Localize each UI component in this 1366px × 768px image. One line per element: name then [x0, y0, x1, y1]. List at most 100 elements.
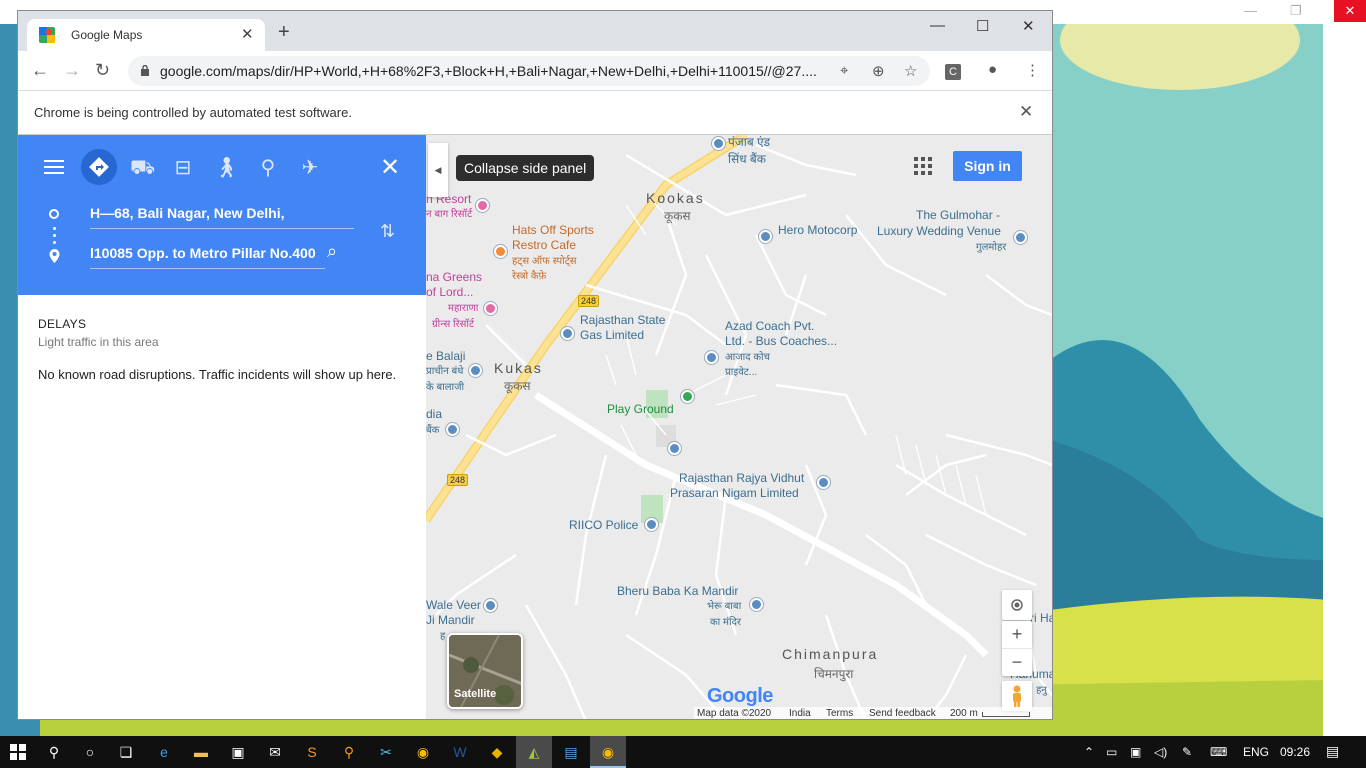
sublime-text-icon[interactable]: S — [294, 736, 330, 768]
bank-pin-icon[interactable] — [712, 137, 725, 150]
pen-icon[interactable]: ✎ — [1182, 745, 1192, 759]
flight-icon[interactable]: ✈ — [299, 153, 321, 183]
snipping-tool-icon[interactable]: ✂ — [368, 736, 404, 768]
origin-input[interactable]: H—68, Bali Nagar, New Delhi, — [90, 199, 354, 229]
gas-pin-icon[interactable] — [561, 327, 574, 340]
zoom-in-button[interactable]: + — [1002, 621, 1032, 648]
android-studio-icon[interactable]: ◭ — [516, 736, 552, 768]
greens-hindi-label: महाराणा — [448, 303, 479, 314]
rrvpnl-pin-icon[interactable] — [817, 476, 830, 489]
greens-label: na Greens — [426, 270, 483, 284]
origin-marker-icon — [49, 209, 59, 219]
mail-icon[interactable]: ✉ — [257, 736, 293, 768]
walking-icon[interactable]: 🚶︎ — [214, 153, 239, 183]
country-link[interactable]: India — [789, 708, 811, 719]
transit-icon[interactable]: ⊟ — [172, 153, 194, 183]
tab-close-icon[interactable]: ✕ — [241, 25, 254, 43]
google-apps-icon[interactable] — [914, 157, 932, 175]
cortana-icon[interactable]: ○ — [72, 736, 108, 768]
task-view-icon[interactable]: ❏ — [108, 736, 144, 768]
browser-toolbar: ← → ↻ google.com/maps/dir/HP+World,+H+68… — [18, 51, 1052, 91]
volume-icon[interactable]: ◁) — [1154, 745, 1167, 759]
arrow-right-icon[interactable]: → — [63, 60, 81, 81]
search-icon[interactable]: ⌕ — [327, 241, 337, 262]
search-app-icon[interactable]: ⚲ — [331, 736, 367, 768]
satellite-toggle[interactable]: Satellite — [447, 633, 523, 709]
scale-bar — [982, 712, 1030, 717]
azad-pin-icon[interactable] — [705, 351, 718, 364]
store-icon[interactable]: ▣ — [220, 736, 256, 768]
chrome-active-icon[interactable]: ◉ — [590, 736, 626, 768]
school-pin-icon[interactable] — [668, 442, 681, 455]
search-icon[interactable]: ⚲ — [36, 736, 72, 768]
omnibox[interactable]: google.com/maps/dir/HP+World,+H+68%2F3,+… — [128, 56, 930, 86]
gulmohar-pin-icon[interactable] — [1014, 231, 1027, 244]
tab-strip: Google Maps ✕ + — ☐ ✕ — [18, 11, 1052, 51]
map-data-text: Map data ©2020 — [697, 708, 772, 719]
police-pin-icon[interactable] — [645, 518, 658, 531]
clock[interactable]: 09:26 — [1280, 745, 1310, 759]
temple-pin-icon[interactable] — [469, 364, 482, 377]
map-canvas[interactable]: 248 248 Kookas कूकस Kukas कूकस Chimanpur… — [426, 135, 1052, 719]
best-route-mode-button[interactable] — [81, 149, 117, 185]
network-icon[interactable]: ▣ — [1130, 745, 1141, 759]
send-feedback-link[interactable]: Send feedback — [869, 708, 936, 719]
restore-icon[interactable]: ❐ — [1290, 3, 1302, 19]
chrome-icon[interactable]: ◉ — [405, 736, 441, 768]
star-icon[interactable]: ☆ — [904, 62, 917, 80]
cycling-icon[interactable]: ⚲ — [254, 153, 282, 183]
wale-veer-pin-icon[interactable] — [484, 599, 497, 612]
cafe-pin-icon[interactable] — [494, 245, 507, 258]
terms-link[interactable]: Terms — [826, 708, 853, 719]
url-text: google.com/maps/dir/HP+World,+H+68%2F3,+… — [160, 63, 817, 79]
sign-in-button[interactable]: Sign in — [953, 151, 1022, 181]
car-icon[interactable]: ⛟ — [130, 153, 155, 183]
hamburger-menu-icon[interactable] — [44, 159, 64, 175]
git-icon[interactable]: ◆ — [479, 736, 515, 768]
tab-title: Google Maps — [71, 28, 143, 42]
word-icon[interactable]: W — [442, 736, 478, 768]
edge-icon[interactable]: e — [146, 736, 182, 768]
zoom-out-button[interactable]: − — [1002, 648, 1032, 675]
my-location-button[interactable] — [1002, 590, 1032, 620]
swap-directions-icon[interactable]: ⇅ — [380, 221, 395, 242]
route-dot — [53, 227, 56, 230]
hero-pin-icon[interactable] — [759, 230, 772, 243]
location-icon[interactable]: ⌖ — [840, 62, 848, 79]
wale-veer-label: Wale Veer — [426, 598, 481, 612]
zoom-controls: + − — [1002, 621, 1032, 676]
language-indicator[interactable]: ENG — [1243, 745, 1269, 759]
greens-pin-icon[interactable] — [484, 302, 497, 315]
minimize-icon[interactable]: — — [930, 17, 945, 34]
india-bank-pin-icon[interactable] — [446, 423, 459, 436]
arrow-left-icon[interactable]: ← — [31, 60, 49, 81]
tab-google-maps[interactable]: Google Maps ✕ — [27, 19, 265, 51]
chevron-up-icon[interactable]: ⌃ — [1084, 745, 1094, 759]
destination-input[interactable]: l10085 Opp. to Metro Pillar No.400 — [90, 239, 325, 269]
account-icon[interactable]: ● — [988, 61, 997, 78]
file-explorer-icon[interactable]: ▬ — [183, 736, 219, 768]
infobar-close-icon[interactable]: ✕ — [1019, 102, 1033, 122]
close-icon[interactable]: ✕ — [1334, 0, 1366, 22]
directions-side-panel: ⛟ ⊟ 🚶︎ ⚲ ✈ ✕ H—68, Bali Nagar, New Delhi… — [18, 135, 426, 719]
notifications-icon[interactable]: ▤ — [1326, 743, 1339, 760]
keyboard-icon[interactable]: ⌨ — [1210, 745, 1227, 759]
pycharm-icon[interactable]: ▤ — [553, 736, 589, 768]
window-close-icon[interactable]: ✕ — [1022, 17, 1035, 35]
lock-icon — [141, 65, 149, 76]
park-pin-icon[interactable] — [681, 390, 694, 403]
collapse-side-panel-button[interactable]: ◀ — [428, 143, 448, 197]
resort-pin-icon[interactable] — [476, 199, 489, 212]
kebab-menu-icon[interactable]: ⋮ — [1025, 61, 1040, 79]
close-directions-icon[interactable]: ✕ — [380, 153, 400, 182]
bheru-pin-icon[interactable] — [750, 598, 763, 611]
extension-icon[interactable]: C — [945, 64, 961, 80]
maximize-icon[interactable]: ☐ — [976, 17, 989, 35]
install-app-icon[interactable]: ⊕ — [872, 62, 885, 80]
battery-icon[interactable]: ▭ — [1106, 745, 1117, 759]
windows-start-icon[interactable] — [0, 736, 36, 768]
new-tab-icon[interactable]: + — [278, 22, 290, 42]
reload-icon[interactable]: ↻ — [95, 60, 110, 81]
minimize-icon[interactable]: — — [1244, 3, 1257, 18]
delays-subheading: Light traffic in this area — [38, 335, 159, 349]
